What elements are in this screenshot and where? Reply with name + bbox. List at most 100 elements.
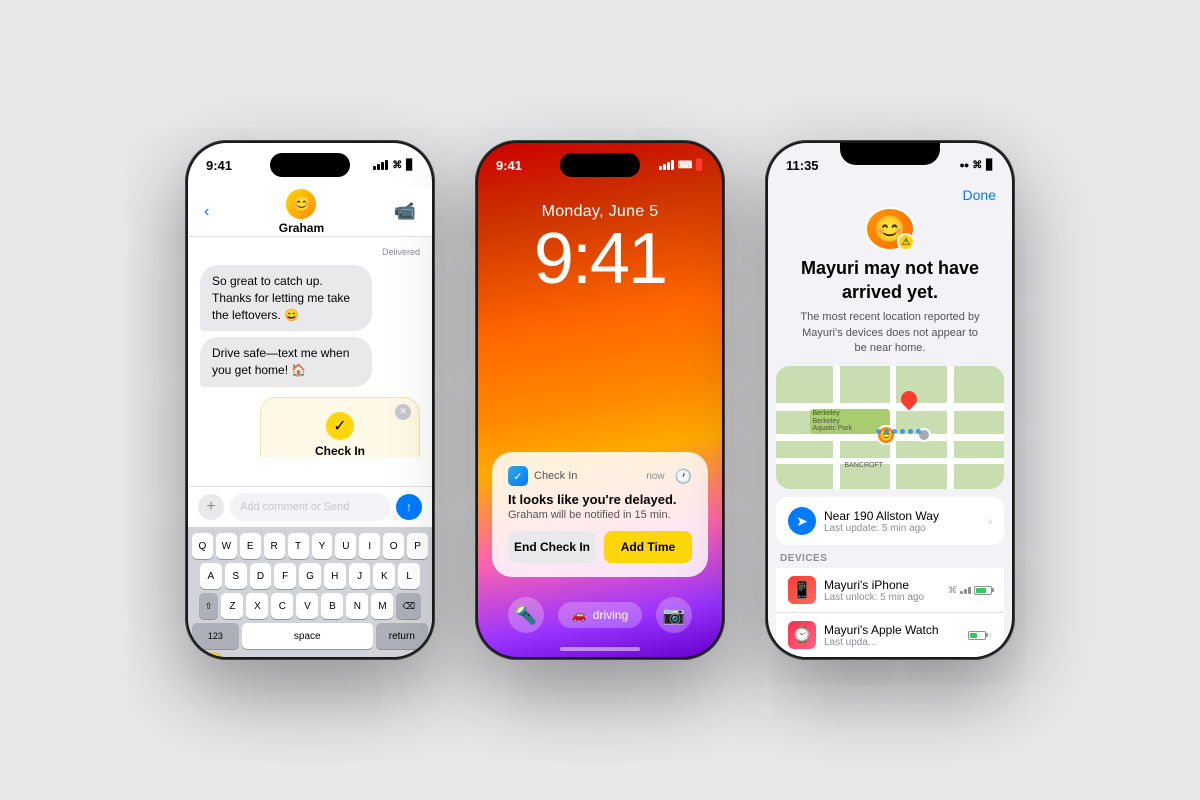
key-space[interactable]: space: [242, 623, 373, 649]
location-chevron-icon: ›: [988, 514, 992, 528]
key-w[interactable]: W: [216, 533, 237, 559]
signal-icon-3: ●●: [959, 160, 968, 170]
attach-button[interactable]: +: [198, 494, 224, 520]
key-x[interactable]: X: [246, 593, 268, 619]
phone-messages: 9:41 ⌘ ▊ ‹ 😊 Graham: [185, 140, 435, 660]
device-iphone-status: ⌘: [948, 585, 992, 596]
battery-icon-2: ▊: [696, 160, 704, 171]
notification-subtitle: Graham will be notified in 15 min.: [508, 509, 692, 521]
car-icon: 🚗: [572, 608, 587, 622]
map-road-v3: [947, 366, 954, 489]
key-n[interactable]: N: [346, 593, 368, 619]
key-p[interactable]: P: [407, 533, 428, 559]
message-bubble-1: So great to catch up. Thanks for letting…: [200, 265, 372, 331]
flashlight-button[interactable]: 🔦: [508, 597, 544, 633]
iphone-battery: [974, 586, 992, 595]
wifi-icon-3: ⌘: [972, 160, 982, 171]
key-r[interactable]: R: [264, 533, 285, 559]
key-d[interactable]: D: [250, 563, 272, 589]
device-watch-update: Last upda...: [824, 637, 960, 648]
key-a[interactable]: A: [200, 563, 222, 589]
end-checkin-button[interactable]: End Check In: [508, 531, 596, 563]
map-background: Berkeley BerkeleyAquatic Park BANCROFT 😊: [776, 366, 1004, 489]
map-label-bancroft: BANCROFT: [844, 462, 883, 469]
done-button[interactable]: Done: [963, 187, 996, 203]
signal-icon-1: [373, 160, 388, 170]
key-k[interactable]: K: [373, 563, 395, 589]
mic-button[interactable]: 🎤: [403, 653, 420, 658]
send-button[interactable]: ↑: [396, 494, 422, 520]
lockscreen-notification: ✓ Check In now 🕐 It looks like you're de…: [492, 452, 708, 577]
key-shift[interactable]: ⇧: [199, 593, 219, 619]
key-m[interactable]: M: [371, 593, 393, 619]
key-e[interactable]: E: [240, 533, 261, 559]
dynamic-island-2: [560, 153, 640, 177]
checkin-icon: ✓: [326, 412, 354, 440]
key-h[interactable]: H: [324, 563, 346, 589]
status-time-2: 9:41: [496, 158, 522, 173]
add-time-button[interactable]: Add Time: [604, 531, 692, 563]
contact-avatar: 😊: [286, 189, 316, 219]
keyboard-row-2: A S D F G H J K L: [192, 563, 428, 589]
map-label-park: BerkeleyAquatic Park: [812, 418, 852, 432]
status-icons-1: ⌘ ▊: [373, 160, 414, 171]
key-t[interactable]: T: [288, 533, 309, 559]
driving-mode[interactable]: 🚗 driving: [558, 602, 642, 628]
key-i[interactable]: I: [359, 533, 380, 559]
key-delete[interactable]: ⌫: [396, 593, 421, 619]
key-l[interactable]: L: [398, 563, 420, 589]
message-bubble-2: Drive safe—text me when you get home! 🏠: [200, 337, 372, 387]
key-j[interactable]: J: [349, 563, 371, 589]
location-row[interactable]: ➤ Near 190 Allston Way Last update: 5 mi…: [776, 497, 1004, 545]
device-row-iphone[interactable]: 📱 Mayuri's iPhone Last unlock: 5 min ago…: [776, 568, 1004, 612]
key-numbers[interactable]: 123: [192, 623, 239, 649]
trail-dot-3: [892, 429, 897, 434]
key-f[interactable]: F: [274, 563, 296, 589]
key-o[interactable]: O: [383, 533, 404, 559]
lockscreen-bottom: 🔦 🚗 driving 📷: [478, 597, 722, 633]
key-v[interactable]: V: [296, 593, 318, 619]
key-b[interactable]: B: [321, 593, 343, 619]
phone-findmy: 11:35 ●● ⌘ ▊ Done 😊 ⚠ Mayuri may not hav…: [765, 140, 1015, 660]
wifi-icon-1: ⌘: [392, 160, 402, 171]
key-z[interactable]: Z: [221, 593, 243, 619]
warning-title: Mayuri may not have arrived yet.: [768, 257, 1012, 304]
device-watch-status: ›: [968, 630, 992, 641]
trail-dot-5: [908, 429, 913, 434]
key-return[interactable]: return: [376, 623, 428, 649]
back-button[interactable]: ‹: [204, 203, 209, 221]
video-call-button[interactable]: 📹: [394, 201, 416, 222]
status-icons-3: ●● ⌘ ▊: [959, 160, 994, 171]
phone-lockscreen: 9:41 ⌨ ▊ Monday, June 5 9:41 ✓ C: [475, 140, 725, 660]
key-s[interactable]: S: [225, 563, 247, 589]
map-label-berkeley: Berkeley: [812, 410, 839, 417]
notif-time: now: [646, 471, 664, 482]
device-iphone-update: Last unlock: 5 min ago: [824, 592, 940, 603]
message-input[interactable]: Add comment or Send: [230, 493, 390, 521]
message-input-bar: + Add comment or Send ↑: [188, 486, 432, 527]
map-view[interactable]: Berkeley BerkeleyAquatic Park BANCROFT 😊: [776, 366, 1004, 489]
key-q[interactable]: Q: [192, 533, 213, 559]
watch-battery: [968, 631, 986, 640]
input-placeholder: Add comment or Send: [240, 501, 349, 513]
key-y[interactable]: Y: [312, 533, 333, 559]
notification-title: It looks like you're delayed.: [508, 492, 692, 507]
key-g[interactable]: G: [299, 563, 321, 589]
devices-section: DEVICES 📱 Mayuri's iPhone Last unlock: 5…: [776, 553, 1004, 657]
key-u[interactable]: U: [335, 533, 356, 559]
wifi-icon-2: ⌨: [678, 160, 692, 171]
status-time-3: 11:35: [786, 158, 819, 173]
warning-subtitle: The most recent location reported by May…: [768, 310, 1012, 356]
keyboard-row-1: Q W E R T Y U I O P: [192, 533, 428, 559]
key-c[interactable]: C: [271, 593, 293, 619]
trail-dot-1: [876, 429, 881, 434]
watch-icon: ⌚: [788, 621, 816, 649]
camera-button[interactable]: 📷: [656, 597, 692, 633]
location-update: Last update: 5 min ago: [824, 523, 980, 534]
checkin-app-icon: ✓: [508, 466, 528, 486]
battery-icon-3: ▊: [986, 160, 994, 171]
device-row-watch[interactable]: ⌚ Mayuri's Apple Watch Last upda... ›: [776, 612, 1004, 657]
checkin-close-button[interactable]: ✕: [395, 404, 411, 420]
contact-info: 😊 Graham: [279, 189, 324, 235]
emoji-button[interactable]: 🙂: [204, 651, 224, 657]
